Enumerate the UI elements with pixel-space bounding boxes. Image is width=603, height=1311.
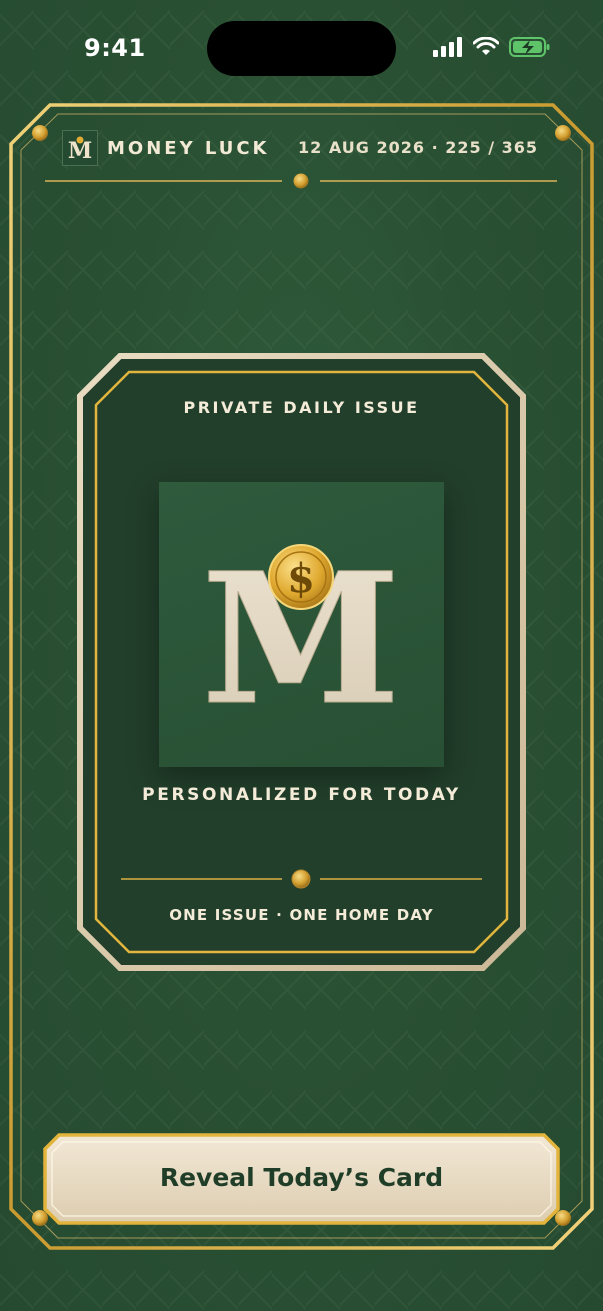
app-logo: M <box>62 130 98 166</box>
card-top-label: PRIVATE DAILY ISSUE <box>183 398 420 417</box>
gold-coin-icon: $ <box>268 544 334 610</box>
money-luck-emblem: M $ <box>159 482 444 767</box>
brand-name: MONEY LUCK <box>107 138 270 159</box>
dynamic-island <box>207 21 396 76</box>
reveal-card-label: Reveal Today’s Card <box>159 1163 444 1192</box>
status-bar: 9:41 <box>0 0 603 90</box>
cellular-signal-icon <box>433 37 462 57</box>
wifi-icon <box>473 37 499 55</box>
svg-text:$: $ <box>287 555 315 602</box>
daily-card: PRIVATE DAILY ISSUE M $ PERSONALIZED FOR… <box>80 355 523 969</box>
status-icons <box>433 36 551 58</box>
issue-date: 12 AUG 2026 · 225 / 365 <box>298 138 538 157</box>
card-subtitle: PERSONALIZED FOR TODAY <box>142 785 461 805</box>
reveal-card-button[interactable]: Reveal Today’s Card <box>43 1133 560 1225</box>
header: M MONEY LUCK 12 AUG 2026 · 225 / 365 <box>62 128 542 168</box>
card-footer-label: ONE ISSUE · ONE HOME DAY <box>169 906 434 924</box>
battery-charging-icon <box>509 37 550 57</box>
status-time: 9:41 <box>84 34 146 62</box>
